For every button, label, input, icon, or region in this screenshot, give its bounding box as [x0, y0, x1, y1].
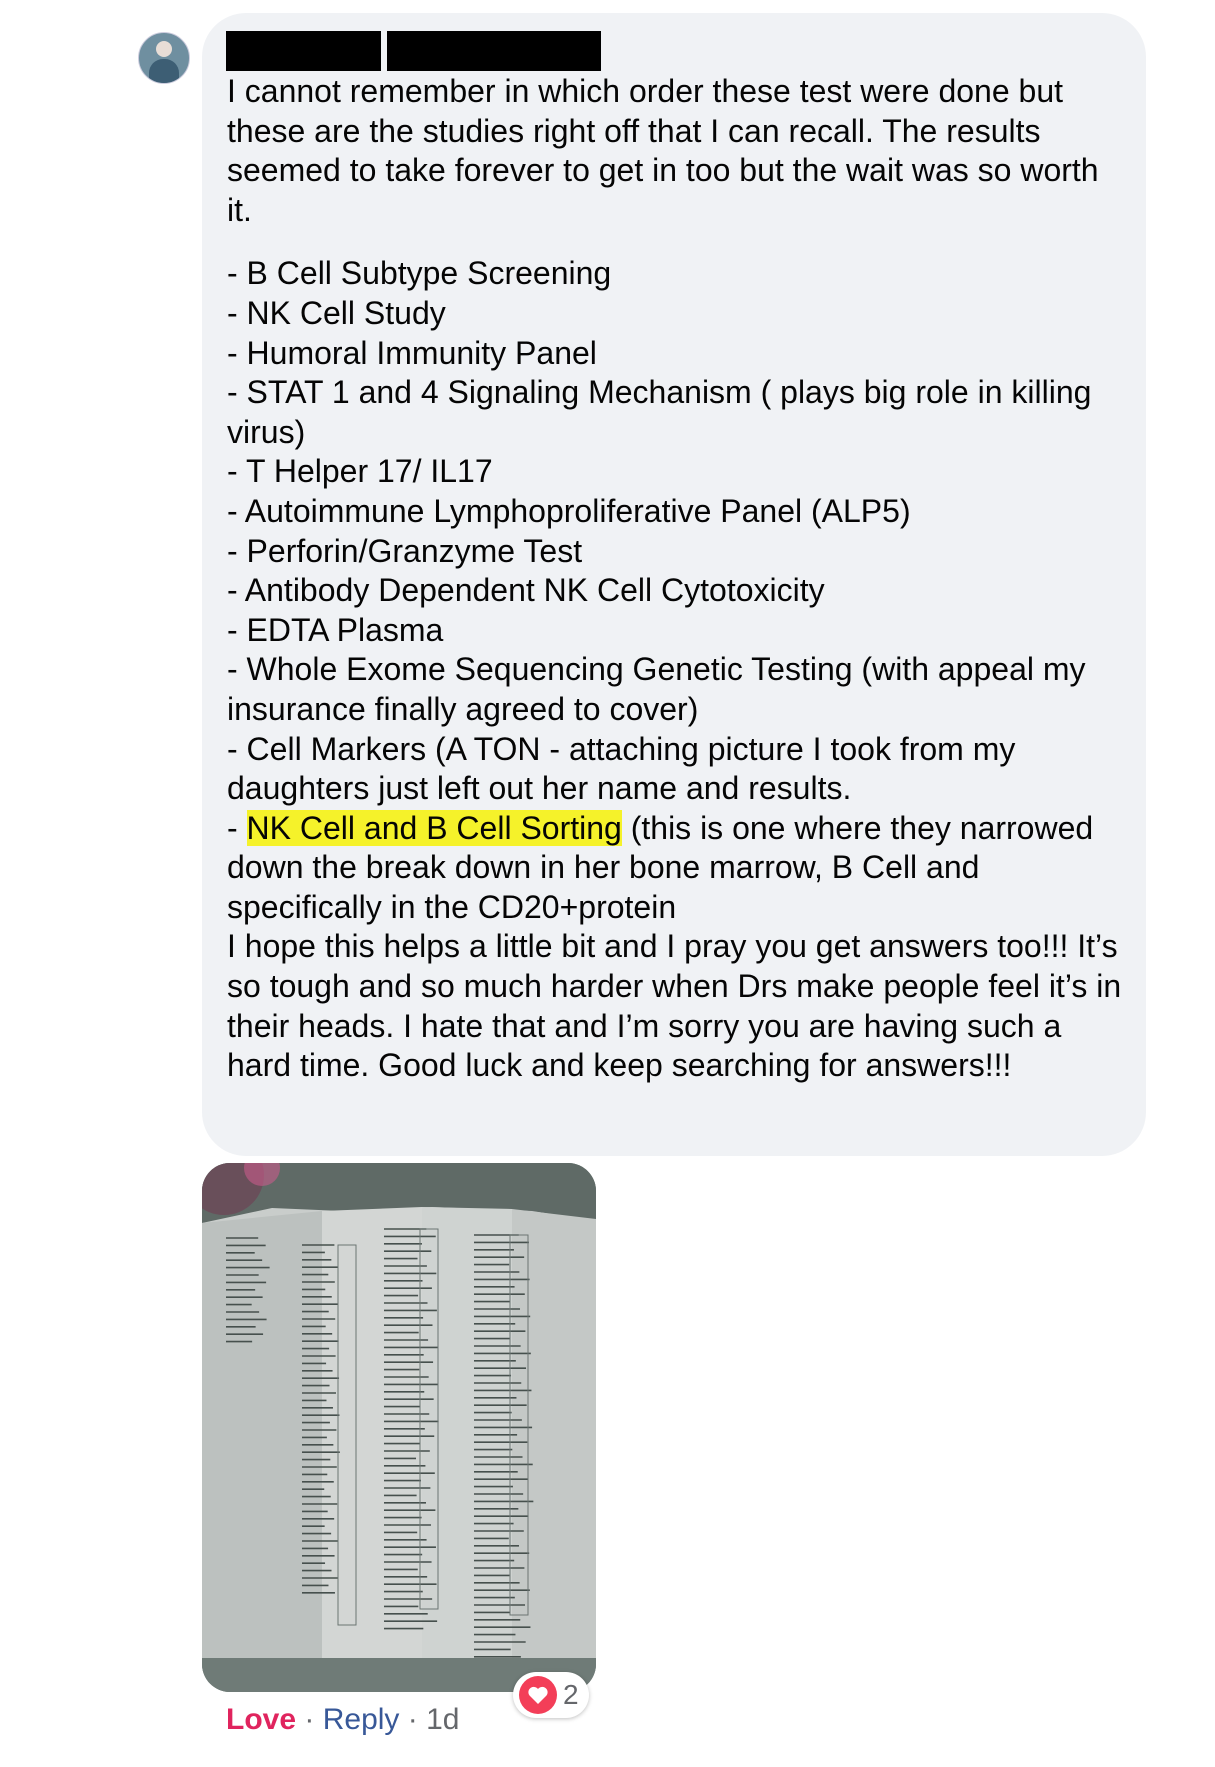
reply-link[interactable]: Reply [323, 1703, 400, 1736]
comment-list-item: - Autoimmune Lymphoproliferative Panel (… [227, 492, 911, 529]
comment-list-item: - Antibody Dependent NK Cell Cytotoxicit… [227, 572, 825, 609]
comment-list-item: - T Helper 17/ IL17 [227, 453, 493, 490]
comment-list-item: - STAT 1 and 4 Signaling Mechanism ( pla… [227, 374, 1092, 450]
redaction-bar [387, 31, 601, 71]
comment-list-item: - NK Cell Study [227, 294, 446, 331]
reaction-count: 2 [563, 1679, 579, 1710]
timestamp[interactable]: 1d [426, 1703, 459, 1736]
comment-list-item: - Humoral Immunity Panel [227, 334, 597, 371]
commenter-avatar[interactable] [138, 32, 190, 84]
comment-closing: I hope this helps a little bit and I pra… [227, 928, 1122, 1084]
comment-list-item: - B Cell Subtype Screening [227, 255, 612, 292]
love-reaction-link[interactable]: Love [226, 1703, 296, 1736]
highlighted-text: NK Cell and B Cell Sorting [246, 809, 622, 846]
attached-photo[interactable] [202, 1163, 596, 1692]
redaction-bar [226, 31, 381, 71]
comment-list-item: - EDTA Plasma [227, 611, 444, 648]
avatar-body-shape [149, 59, 179, 83]
highlight-prefix: - [227, 809, 247, 846]
avatar-head-shape [156, 41, 172, 57]
reaction-count-badge[interactable]: 2 [513, 1672, 589, 1718]
comment-list-item-highlighted: - NK Cell and B Cell Sorting (this is on… [227, 809, 1132, 928]
comment-text: I cannot remember in which order these t… [227, 72, 1132, 1086]
heart-icon [519, 1676, 557, 1714]
comment-list-item: - Whole Exome Sequencing Genetic Testing… [227, 651, 1086, 727]
comment-intro: I cannot remember in which order these t… [227, 73, 1099, 228]
comment-actions: Love · Reply · 1d [226, 1700, 459, 1740]
comment-list-item: - Perforin/Granzyme Test [227, 532, 583, 569]
separator: · [407, 1703, 418, 1736]
separator: · [304, 1703, 315, 1736]
comment-list-item: - Cell Markers (A TON - attaching pictur… [227, 730, 1016, 807]
photo-illustration [202, 1163, 596, 1692]
